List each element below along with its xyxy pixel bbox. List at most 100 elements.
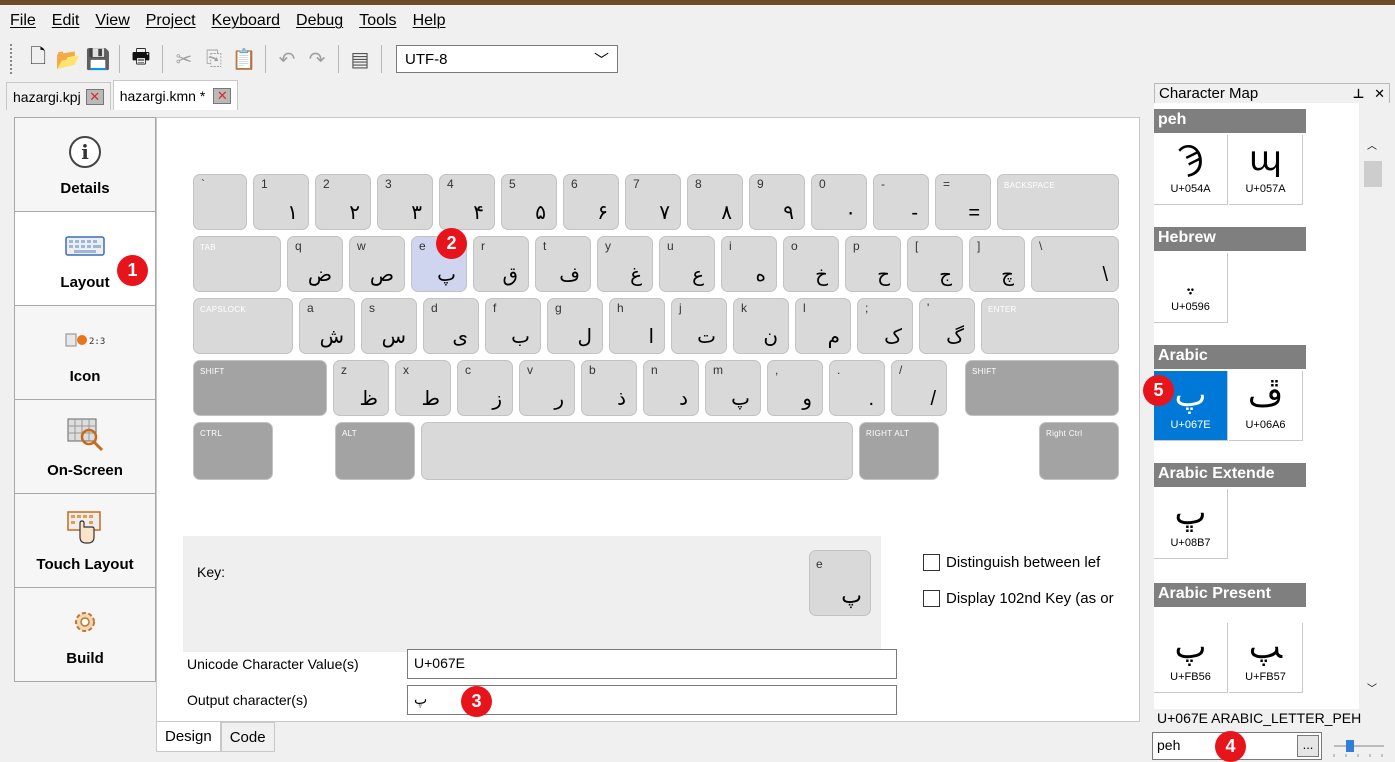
close-icon[interactable]: ✕ bbox=[85, 88, 104, 105]
key-equals[interactable]: = = bbox=[935, 174, 991, 230]
key-g[interactable]: gل bbox=[547, 298, 603, 354]
key-right-ctrl[interactable]: Right Ctrl bbox=[1039, 422, 1119, 480]
key-backslash[interactable]: \ \ bbox=[1031, 236, 1119, 292]
key-left-ctrl[interactable]: CTRL bbox=[193, 422, 273, 480]
char-cell[interactable]: Ϡ U+054A bbox=[1154, 135, 1228, 205]
menu-file[interactable]: File bbox=[10, 12, 36, 30]
key-v[interactable]: vر bbox=[519, 360, 575, 416]
toolbar-grip[interactable] bbox=[10, 44, 13, 74]
tab-design[interactable]: Design bbox=[156, 722, 221, 752]
save-icon[interactable]: 💾 bbox=[83, 44, 113, 74]
character-map-scrollbar[interactable]: ︿ ﹀ bbox=[1362, 135, 1384, 697]
key-left-shift[interactable]: SHIFT bbox=[193, 360, 327, 416]
key-2[interactable]: 2٢ bbox=[315, 174, 371, 230]
menu-keyboard[interactable]: Keyboard bbox=[212, 12, 281, 30]
display-102nd-key-checkbox[interactable]: Display 102nd Key (as or bbox=[923, 590, 1131, 607]
key-capslock[interactable]: CAPSLOCK bbox=[193, 298, 293, 354]
char-cell[interactable]: ڀ U+08B7 bbox=[1154, 489, 1228, 559]
key-f[interactable]: fب bbox=[485, 298, 541, 354]
key-right-shift[interactable]: SHIFT bbox=[965, 360, 1119, 416]
key-backquote[interactable]: ` bbox=[193, 174, 247, 230]
key-space[interactable] bbox=[421, 422, 853, 480]
checkbox-box[interactable] bbox=[923, 554, 940, 571]
key-1[interactable]: 1١ bbox=[253, 174, 309, 230]
print-icon[interactable]: 🖶 bbox=[126, 44, 156, 74]
menu-help[interactable]: Help bbox=[413, 12, 446, 30]
key-l[interactable]: lم bbox=[795, 298, 851, 354]
menu-edit[interactable]: Edit bbox=[52, 12, 80, 30]
unicode-value-input[interactable]: U+067E bbox=[407, 649, 897, 679]
tab-project[interactable]: hazargi.kpj ✕ bbox=[6, 82, 111, 110]
tab-keyboard-source[interactable]: hazargi.kmn * ✕ bbox=[112, 80, 239, 110]
char-cell[interactable]: պ U+057A bbox=[1229, 135, 1303, 205]
key-comma[interactable]: ,و bbox=[767, 360, 823, 416]
key-w[interactable]: wص bbox=[349, 236, 405, 292]
cut-icon[interactable]: ✂ bbox=[169, 44, 199, 74]
key-left-alt[interactable]: ALT bbox=[335, 422, 415, 480]
key-lbracket[interactable]: [ج bbox=[907, 236, 963, 292]
redo-icon[interactable]: ↷ bbox=[302, 44, 332, 74]
key-d[interactable]: dی bbox=[423, 298, 479, 354]
key-x[interactable]: xط bbox=[395, 360, 451, 416]
key-t[interactable]: tف bbox=[535, 236, 591, 292]
key-n[interactable]: nد bbox=[643, 360, 699, 416]
new-file-icon[interactable]: 🗋 bbox=[23, 44, 53, 74]
nav-icon[interactable]: 2:3 Icon bbox=[14, 305, 156, 400]
key-3[interactable]: 3٣ bbox=[377, 174, 433, 230]
key-c[interactable]: cز bbox=[457, 360, 513, 416]
key-4[interactable]: 4۴ bbox=[439, 174, 495, 230]
char-cell[interactable]: ֶU+0596 bbox=[1154, 253, 1228, 323]
pin-icon[interactable]: ⊥ bbox=[1353, 86, 1365, 101]
nav-on-screen[interactable]: On-Screen bbox=[14, 399, 156, 494]
key-6[interactable]: 6۶ bbox=[563, 174, 619, 230]
key-5[interactable]: 5۵ bbox=[501, 174, 557, 230]
checkbox-box[interactable] bbox=[923, 590, 940, 607]
key-period[interactable]: .. bbox=[829, 360, 885, 416]
char-cell[interactable]: ﭗ U+FB57 bbox=[1229, 623, 1303, 693]
chevron-down-icon[interactable]: ﹀ bbox=[1367, 680, 1377, 695]
close-icon[interactable]: ✕ bbox=[213, 87, 232, 104]
key-k[interactable]: kن bbox=[733, 298, 789, 354]
chevron-up-icon[interactable]: ︿ bbox=[1367, 137, 1377, 152]
open-folder-icon[interactable]: 📂 bbox=[53, 44, 83, 74]
key-q[interactable]: qض bbox=[287, 236, 343, 292]
menu-view[interactable]: View bbox=[95, 12, 129, 30]
copy-icon[interactable]: ⎘ bbox=[199, 44, 229, 74]
key-s[interactable]: sس bbox=[361, 298, 417, 354]
font-size-slider[interactable] bbox=[1332, 736, 1386, 758]
nav-build[interactable]: Build bbox=[14, 587, 156, 682]
paste-icon[interactable]: 📋 bbox=[229, 44, 259, 74]
key-backspace[interactable]: BACKSPACE bbox=[997, 174, 1119, 230]
key-j[interactable]: jت bbox=[671, 298, 727, 354]
key-9[interactable]: 9٩ bbox=[749, 174, 805, 230]
key-right-alt[interactable]: RIGHT ALT bbox=[859, 422, 939, 480]
encoding-select[interactable]: UTF-8 ﹀ bbox=[396, 45, 618, 73]
menu-debug[interactable]: Debug bbox=[296, 12, 343, 30]
key-tab[interactable]: TAB bbox=[193, 236, 281, 292]
key-7[interactable]: 7٧ bbox=[625, 174, 681, 230]
distinguish-left-right-checkbox[interactable]: Distinguish between lef bbox=[923, 554, 1131, 571]
key-p[interactable]: pح bbox=[845, 236, 901, 292]
key-z[interactable]: zظ bbox=[333, 360, 389, 416]
menu-tools[interactable]: Tools bbox=[359, 12, 396, 30]
menu-project[interactable]: Project bbox=[146, 12, 196, 30]
close-icon[interactable]: ✕ bbox=[1374, 86, 1385, 101]
char-cell[interactable]: ڦ U+06A6 bbox=[1229, 371, 1303, 441]
key-r[interactable]: rق bbox=[473, 236, 529, 292]
nav-details[interactable]: i Details bbox=[14, 117, 156, 212]
key-quote[interactable]: ' گ bbox=[919, 298, 975, 354]
window-icon[interactable]: ▤ bbox=[345, 44, 375, 74]
key-b[interactable]: bذ bbox=[581, 360, 637, 416]
key-u[interactable]: uع bbox=[659, 236, 715, 292]
key-o[interactable]: oخ bbox=[783, 236, 839, 292]
key-minus[interactable]: -- bbox=[873, 174, 929, 230]
character-map-options-button[interactable]: ... bbox=[1297, 735, 1319, 757]
nav-touch-layout[interactable]: Touch Layout bbox=[14, 493, 156, 588]
undo-icon[interactable]: ↶ bbox=[272, 44, 302, 74]
key-m[interactable]: mپ bbox=[705, 360, 761, 416]
key-y[interactable]: yغ bbox=[597, 236, 653, 292]
key-h[interactable]: hا bbox=[609, 298, 665, 354]
key-0[interactable]: 0٠ bbox=[811, 174, 867, 230]
key-i[interactable]: iه bbox=[721, 236, 777, 292]
tab-code[interactable]: Code bbox=[220, 722, 275, 752]
